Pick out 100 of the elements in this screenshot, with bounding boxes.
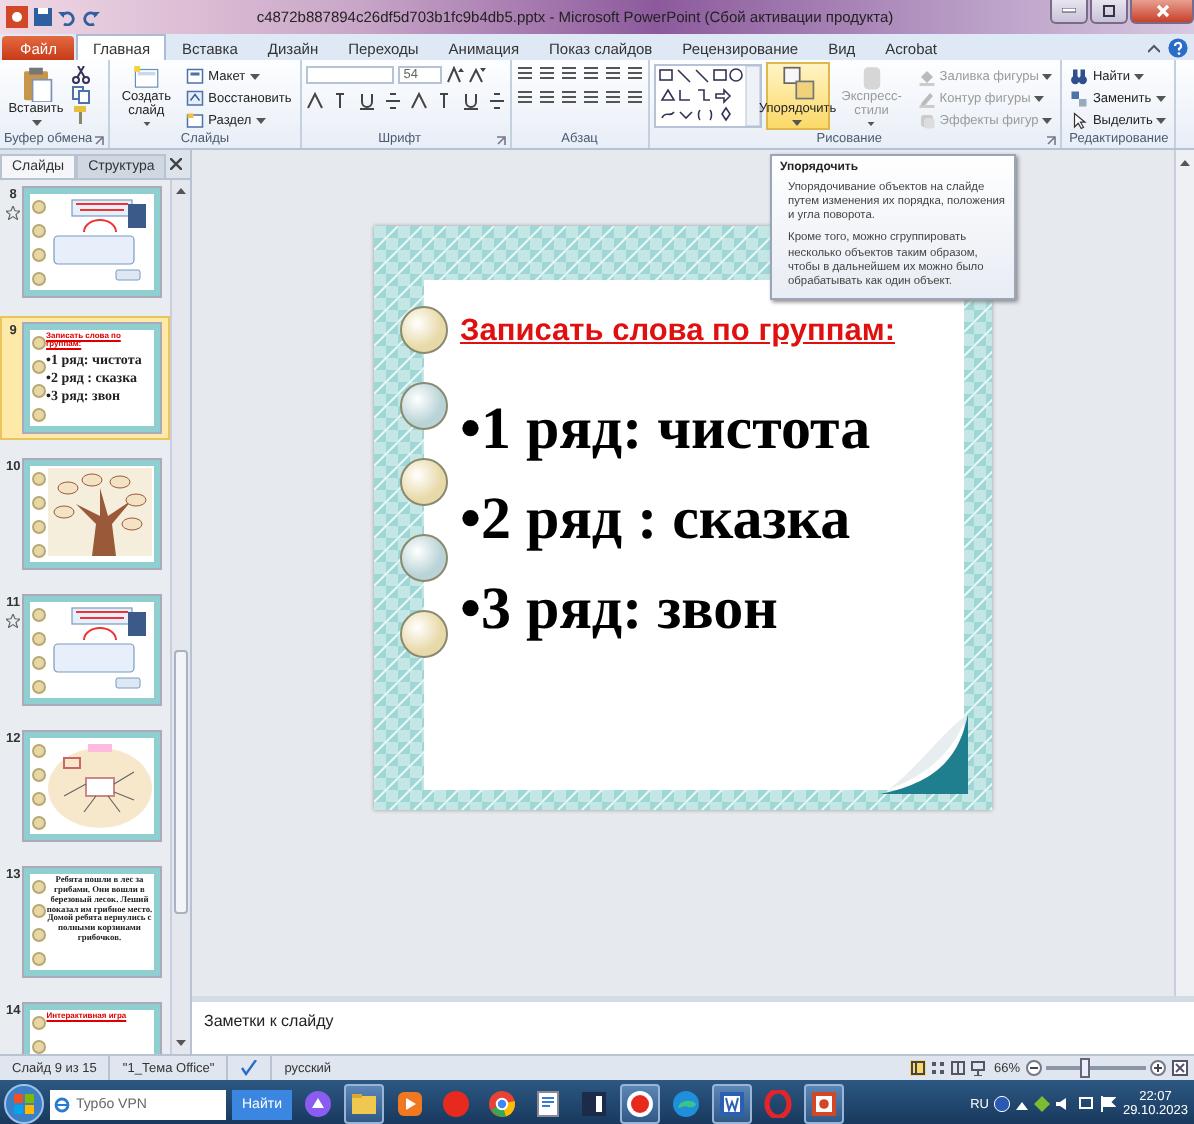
slide-thumbnail[interactable] bbox=[24, 732, 161, 840]
rings-drawing bbox=[32, 880, 47, 966]
flag-icon[interactable] bbox=[1100, 1096, 1117, 1112]
effects-icon bbox=[917, 111, 936, 129]
replace-icon bbox=[1070, 89, 1089, 107]
restore-icon bbox=[1102, 4, 1116, 18]
app-icon bbox=[441, 1090, 470, 1118]
taskbar-app[interactable] bbox=[619, 1084, 660, 1124]
caret-icon bbox=[1042, 73, 1053, 79]
folder-icon bbox=[349, 1090, 378, 1118]
reading-view-icon[interactable] bbox=[949, 1060, 966, 1076]
dialog-launcher-icon[interactable] bbox=[94, 136, 105, 146]
caret-icon bbox=[1134, 73, 1144, 79]
close-button[interactable] bbox=[1130, 0, 1194, 24]
caret-icon bbox=[255, 117, 266, 123]
save-icon[interactable] bbox=[34, 8, 52, 26]
network-icon[interactable] bbox=[1078, 1096, 1095, 1112]
reset-icon bbox=[186, 89, 205, 107]
rings-drawing bbox=[32, 744, 47, 830]
browser-icon bbox=[487, 1090, 516, 1118]
zoom-slider[interactable] bbox=[1046, 1058, 1146, 1078]
justify-icon[interactable] bbox=[581, 88, 600, 106]
layout-icon bbox=[186, 67, 205, 85]
slideshow-icon[interactable] bbox=[969, 1060, 986, 1076]
start-button[interactable] bbox=[4, 1084, 44, 1124]
app-icon bbox=[579, 1090, 608, 1118]
caret-icon bbox=[792, 119, 803, 126]
browser-icon bbox=[50, 1089, 74, 1119]
section-icon bbox=[186, 111, 205, 129]
slide-title: Записать слова по группам: bbox=[460, 314, 898, 350]
slide-content-drawing bbox=[47, 196, 151, 284]
brush-icon[interactable] bbox=[72, 106, 90, 124]
scroll-down-icon[interactable] bbox=[174, 1038, 188, 1050]
slider-thumb[interactable] bbox=[1080, 1058, 1090, 1078]
browser-icon bbox=[671, 1090, 700, 1118]
play-icon bbox=[395, 1090, 424, 1118]
presentation-icon bbox=[809, 1090, 838, 1118]
browser-icon bbox=[625, 1090, 654, 1118]
align-right-icon[interactable] bbox=[559, 88, 578, 106]
caret-icon bbox=[1155, 95, 1166, 101]
document-icon bbox=[717, 1090, 746, 1118]
bullet-text: •1 ряд: чистота bbox=[460, 394, 873, 466]
undo-icon[interactable] bbox=[58, 8, 76, 26]
scroll-up-icon[interactable] bbox=[174, 184, 188, 196]
caret-icon bbox=[1156, 117, 1167, 123]
caret-icon bbox=[249, 73, 260, 79]
dialog-launcher-icon[interactable] bbox=[1046, 136, 1057, 146]
close-icon bbox=[1155, 4, 1169, 18]
collapse-ribbon-icon[interactable] bbox=[1148, 42, 1160, 54]
zoom-in-icon[interactable] bbox=[1150, 1060, 1166, 1076]
slide-content-drawing bbox=[47, 604, 151, 692]
shrink-font-icon[interactable] bbox=[467, 66, 486, 84]
bullets-icon[interactable] bbox=[515, 64, 534, 82]
assistant-icon bbox=[303, 1090, 332, 1118]
caret-icon bbox=[31, 119, 41, 126]
align-center-icon[interactable] bbox=[537, 88, 556, 106]
caret-icon bbox=[1034, 95, 1045, 101]
align-left-icon[interactable] bbox=[515, 88, 534, 106]
scroll-up-icon[interactable] bbox=[1178, 156, 1192, 168]
document-icon bbox=[533, 1090, 562, 1118]
caret-icon bbox=[141, 121, 152, 126]
font-name-field[interactable] bbox=[305, 66, 394, 84]
restore-button[interactable] bbox=[1090, 0, 1128, 24]
tray-arrow-icon[interactable] bbox=[1016, 1099, 1029, 1109]
rings-drawing bbox=[32, 472, 47, 558]
rings-drawing bbox=[32, 608, 46, 694]
dialog-launcher-icon[interactable] bbox=[495, 136, 506, 146]
copy-icon[interactable] bbox=[72, 86, 90, 104]
redo-icon[interactable] bbox=[82, 8, 100, 26]
bullet-text: •3 ряд: звон bbox=[460, 574, 780, 646]
page-curl-drawing bbox=[880, 714, 968, 794]
slide-thumbnail[interactable] bbox=[24, 188, 160, 296]
taskbar-app[interactable] bbox=[803, 1084, 844, 1124]
close-icon[interactable] bbox=[170, 158, 182, 170]
scrollbar-thumb[interactable] bbox=[174, 650, 188, 914]
caret-icon bbox=[1042, 117, 1053, 123]
normal-view-icon[interactable] bbox=[909, 1060, 926, 1076]
ring-icon bbox=[763, 1090, 792, 1118]
grid-view-icon[interactable] bbox=[929, 1060, 946, 1076]
slide-thumbnail[interactable] bbox=[24, 460, 161, 568]
minimize-icon bbox=[1062, 8, 1076, 14]
spell-check-icon[interactable] bbox=[240, 1060, 259, 1076]
arrange-icon bbox=[779, 66, 816, 102]
binoculars-icon bbox=[1070, 67, 1089, 85]
paint-bucket-icon bbox=[917, 67, 936, 85]
bullet-text: •2 ряд : сказка bbox=[460, 484, 853, 556]
rings-drawing bbox=[32, 336, 46, 422]
fit-window-icon[interactable] bbox=[1172, 1060, 1188, 1076]
slide-thumbnail[interactable] bbox=[24, 596, 160, 704]
taskbar-app[interactable] bbox=[711, 1084, 752, 1124]
minimize-button[interactable] bbox=[1050, 0, 1088, 24]
shapes-gallery[interactable] bbox=[653, 64, 762, 128]
grow-font-icon[interactable] bbox=[445, 66, 464, 84]
diagram-drawing bbox=[47, 740, 152, 828]
rings-drawing bbox=[32, 200, 46, 286]
pencil-icon bbox=[917, 89, 936, 107]
scissors-icon[interactable] bbox=[72, 66, 90, 84]
underline-icon[interactable] bbox=[357, 92, 376, 110]
tree-drawing bbox=[47, 468, 152, 556]
zoom-out-icon[interactable] bbox=[1026, 1060, 1042, 1076]
